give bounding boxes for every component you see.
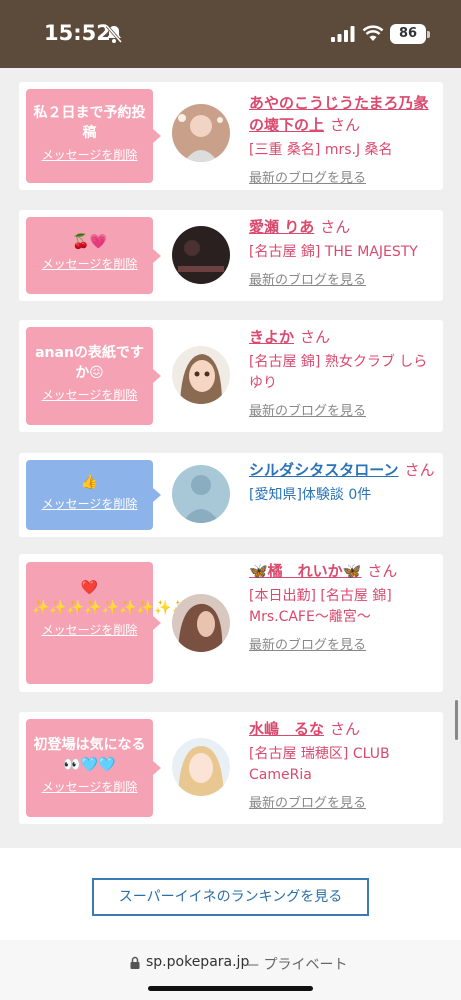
cast-name-link[interactable]: 水嶋 るな [249, 720, 324, 738]
avatar[interactable] [172, 346, 230, 404]
list-item: 初登場は気になる👀🩵🩵 メッセージを削除 水嶋 るな さん [名古屋 瑞穂区] C… [19, 712, 443, 824]
cast-name-link[interactable]: シルダシタスタローン [249, 461, 399, 479]
latest-blog-link[interactable]: 最新のブログを見る [249, 634, 437, 653]
honorific: さん [404, 461, 435, 479]
honorific: さん [330, 116, 361, 134]
name-line: きよか さん [249, 326, 437, 348]
list-item: ananの表紙ですか😖 メッセージを削除 きよか さん [名古屋 錦] 熟女クラブ… [19, 320, 443, 432]
review-count: [愛知県]体験談 0件 [249, 487, 372, 503]
name-line: あやのこうじうたまろ乃彖の壊下の上 さん [249, 92, 437, 136]
avatar[interactable] [172, 594, 230, 652]
battery-tip [427, 31, 430, 38]
bubble-message: 私２日まで予約投稿 [33, 105, 146, 141]
name-line: シルダシタスタローン さん [249, 459, 437, 481]
bubble-message: 🍒💗 [72, 234, 107, 250]
shop-detail: [名古屋 錦] 熟女クラブ しらゆり [249, 354, 428, 391]
honorific: さん [300, 328, 331, 346]
honorific: さん [320, 218, 351, 236]
latest-blog-link[interactable]: 最新のブログを見る [249, 792, 437, 811]
message-bubble: 初登場は気になる👀🩵🩵 メッセージを削除 [26, 719, 161, 817]
message-bubble: ❤️ ✨✨✨✨✨✨✨✨✨✨ メッセージを削除 [26, 562, 207, 684]
ranking-button[interactable]: スーパーイイネのランキングを見る [92, 878, 369, 916]
name-line: 🦋橘 れいか🦋 さん [249, 560, 437, 582]
delete-message-link[interactable]: メッセージを削除 [26, 622, 153, 638]
bubble-message: 初登場は気になる👀🩵🩵 [33, 737, 146, 773]
list-item: 🍒💗 メッセージを削除 愛瀬 りあ さん [名古屋 錦] THE MAJESTY … [19, 210, 443, 301]
name-line: 水嶋 るな さん [249, 718, 437, 740]
shop-detail: [名古屋 瑞穂区] CLUB CameRia [249, 746, 390, 783]
honorific: さん [367, 562, 398, 580]
signal-icon [331, 26, 355, 42]
message-bubble: 👍 メッセージを削除 [26, 460, 161, 530]
cast-name-link[interactable]: きよか [249, 328, 294, 346]
avatar[interactable] [172, 465, 230, 523]
status-time: 15:52 [44, 21, 111, 45]
url-domain[interactable]: sp.pokepara.jp [146, 954, 249, 970]
avatar[interactable] [172, 104, 230, 162]
card-info: きよか さん [名古屋 錦] 熟女クラブ しらゆり 最新のブログを見る [249, 326, 437, 419]
avatar[interactable] [172, 738, 230, 796]
shop-detail: [本日出勤] [名古屋 錦] Mrs.CAFE〜離宮〜 [249, 588, 392, 625]
card-info: 愛瀬 りあ さん [名古屋 錦] THE MAJESTY 最新のブログを見る [249, 216, 437, 288]
delete-message-link[interactable]: メッセージを削除 [26, 147, 153, 163]
battery-icon: 86 [390, 24, 426, 44]
status-bar: 15:52 86 [0, 0, 461, 68]
bubble-message: 👍 [80, 474, 99, 490]
latest-blog-link[interactable]: 最新のブログを見る [249, 269, 437, 288]
cast-name-link[interactable]: 🦋橘 れいか🦋 [249, 562, 361, 580]
message-bubble: 私２日まで予約投稿 メッセージを削除 [26, 89, 161, 183]
bubble-message: ❤️ ✨✨✨✨✨✨✨✨✨✨ [32, 580, 207, 616]
delete-message-link[interactable]: メッセージを削除 [26, 496, 153, 512]
lock-icon [130, 956, 140, 969]
list-item: 👍 メッセージを削除 シルダシタスタローン さん [愛知県]体験談 0件 [19, 453, 443, 537]
latest-blog-link[interactable]: 最新のブログを見る [249, 167, 437, 186]
feed-list[interactable]: 私２日まで予約投稿 メッセージを削除 あやのこうじうたまろ乃彖の壊下の上 さん [… [0, 68, 461, 848]
message-bubble: ananの表紙ですか😖 メッセージを削除 [26, 327, 161, 425]
avatar[interactable] [172, 226, 230, 284]
honorific: さん [330, 720, 361, 738]
card-info: あやのこうじうたまろ乃彖の壊下の上 さん [三重 桑名] mrs.J 桑名 最新の… [249, 92, 437, 186]
scrollbar[interactable] [455, 700, 458, 740]
card-info: 🦋橘 れいか🦋 さん [本日出勤] [名古屋 錦] Mrs.CAFE〜離宮〜 最新… [249, 560, 437, 653]
home-indicator[interactable] [148, 986, 313, 991]
bell-slash-icon [105, 25, 123, 43]
list-item: 私２日まで予約投稿 メッセージを削除 あやのこうじうたまろ乃彖の壊下の上 さん [… [19, 82, 443, 190]
wifi-icon [362, 25, 384, 41]
delete-message-link[interactable]: メッセージを削除 [26, 779, 153, 795]
delete-message-link[interactable]: メッセージを削除 [26, 387, 153, 403]
ranking-section: スーパーイイネのランキングを見る [0, 848, 461, 940]
shop-detail: [三重 桑名] mrs.J 桑名 [249, 142, 393, 158]
bubble-message: ananの表紙ですか😖 [35, 345, 144, 381]
list-item: ❤️ ✨✨✨✨✨✨✨✨✨✨ メッセージを削除 🦋橘 れいか🦋 さん [本日出勤] … [19, 554, 443, 692]
name-line: 愛瀬 りあ さん [249, 216, 437, 238]
card-info: シルダシタスタローン さん [愛知県]体験談 0件 [249, 459, 437, 506]
cast-name-link[interactable]: 愛瀬 りあ [249, 218, 314, 236]
private-label: — プライベート [245, 957, 348, 973]
shop-detail: [名古屋 錦] THE MAJESTY [249, 244, 418, 260]
url-bar[interactable] [0, 940, 461, 1000]
message-bubble: 🍒💗 メッセージを削除 [26, 217, 161, 294]
card-info: 水嶋 るな さん [名古屋 瑞穂区] CLUB CameRia 最新のブログを見る [249, 718, 437, 811]
latest-blog-link[interactable]: 最新のブログを見る [249, 400, 437, 419]
delete-message-link[interactable]: メッセージを削除 [26, 256, 153, 272]
